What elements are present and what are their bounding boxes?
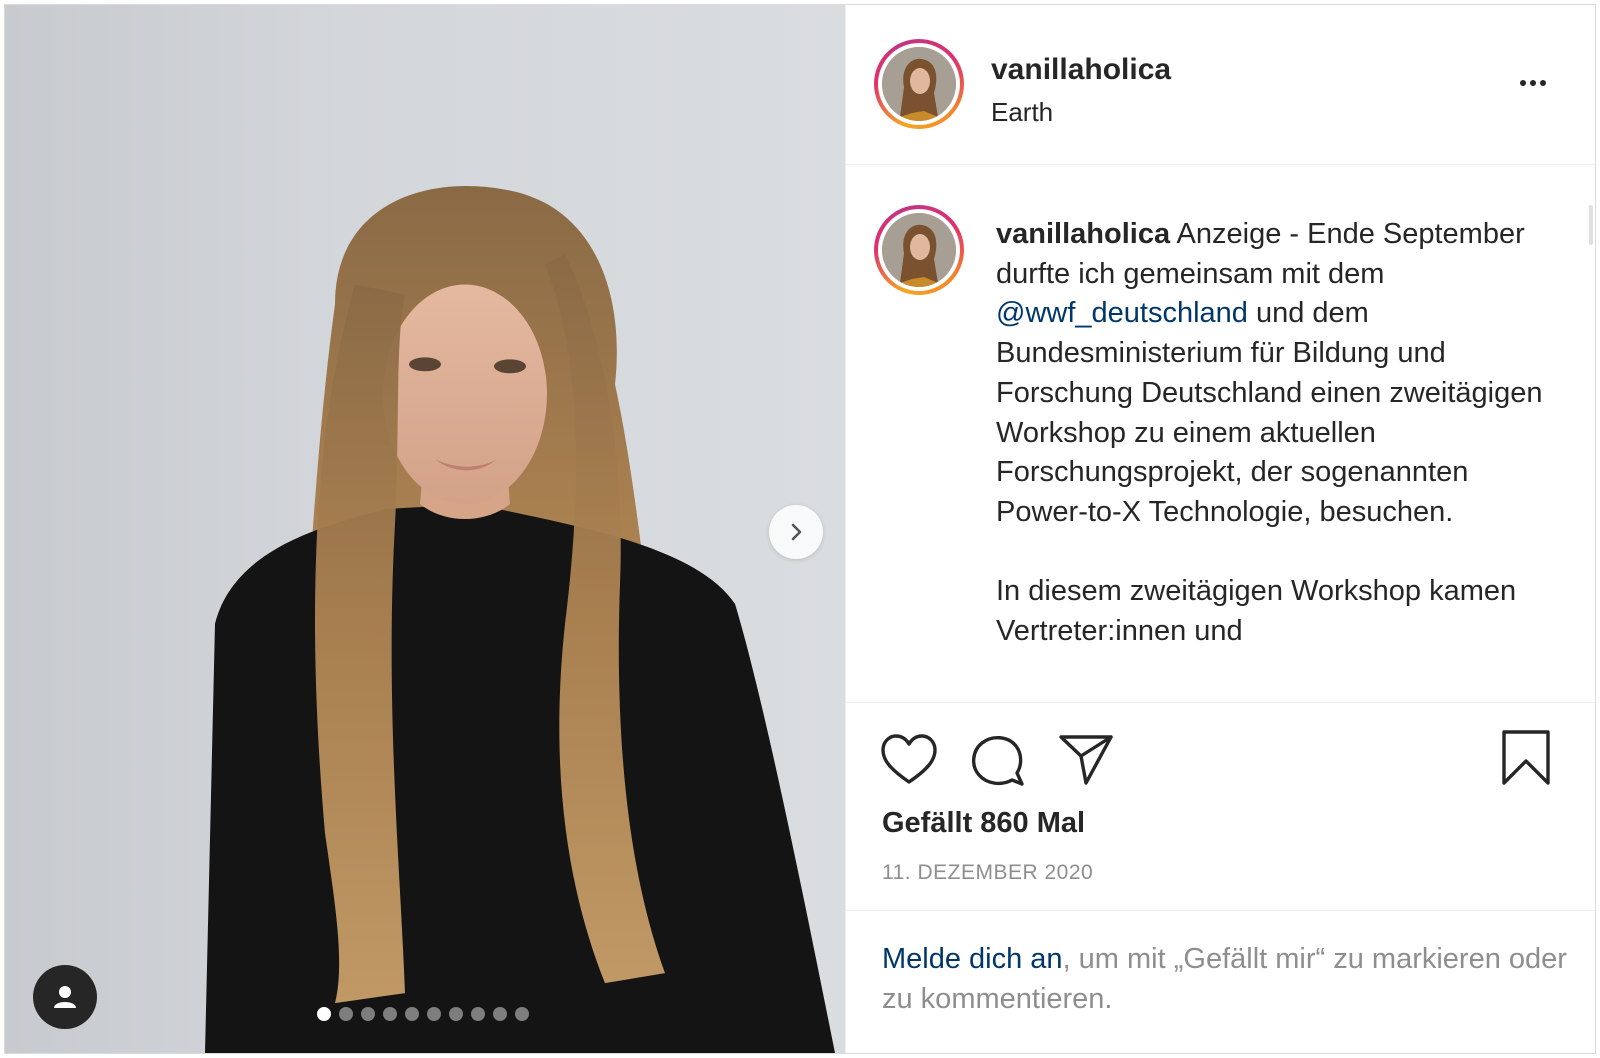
comments-area[interactable]: vanillaholica Anzeige - Ende September d… — [846, 165, 1595, 703]
bookmark-icon — [1502, 730, 1550, 785]
avatar-border — [878, 43, 960, 125]
login-prompt: Melde dich an, um mit „Gefällt mir“ zu m… — [882, 939, 1572, 1019]
carousel-dot — [361, 1007, 375, 1021]
avatar-border — [878, 209, 960, 291]
comments-scrollbar[interactable] — [1589, 205, 1593, 245]
instagram-post: vanillaholica Earth vanillaholica Anzeig… — [4, 4, 1596, 1054]
avatar-portrait — [882, 47, 956, 121]
caption-text-continued: und dem Bundesministerium für Bildung un… — [996, 297, 1543, 648]
user-icon — [54, 986, 76, 1008]
comment-button[interactable] — [970, 733, 1026, 794]
comment-icon — [972, 736, 1024, 786]
login-link[interactable]: Melde dich an — [882, 943, 1063, 975]
more-options-icon-dot — [1540, 80, 1546, 86]
post-author-username[interactable]: vanillaholica — [991, 53, 1171, 87]
carousel-dot — [493, 1007, 507, 1021]
carousel-dot — [317, 1007, 331, 1021]
login-prompt-bar: Melde dich an, um mit „Gefällt mir“ zu m… — [846, 910, 1595, 1053]
share-icon — [1059, 735, 1113, 785]
next-slide-button[interactable] — [769, 505, 823, 559]
post-media[interactable] — [5, 5, 845, 1053]
caption-mention-link[interactable]: @wwf_deutschland — [996, 297, 1248, 329]
chevron-right-icon — [791, 523, 802, 541]
carousel-indicator — [317, 1007, 529, 1021]
post-photo — [205, 186, 835, 1053]
carousel-dot — [339, 1007, 353, 1021]
more-options-icon-dot — [1520, 80, 1526, 86]
carousel-dot — [383, 1007, 397, 1021]
carousel-dot — [471, 1007, 485, 1021]
share-button[interactable] — [1058, 733, 1114, 792]
avatar-image — [882, 213, 956, 287]
post-header: vanillaholica Earth — [846, 5, 1595, 165]
save-button[interactable] — [1500, 729, 1552, 792]
like-button[interactable] — [880, 733, 938, 792]
post-location[interactable]: Earth — [991, 97, 1053, 128]
tagged-users-button[interactable] — [33, 965, 97, 1029]
post-panel: vanillaholica Earth vanillaholica Anzeig… — [845, 5, 1595, 1053]
likes-count[interactable]: Gefällt 860 Mal — [882, 807, 1085, 840]
avatar-image — [882, 47, 956, 121]
more-options-button[interactable] — [1511, 65, 1555, 101]
avatar[interactable] — [874, 39, 964, 129]
avatar-portrait — [882, 213, 956, 287]
carousel-dot — [405, 1007, 419, 1021]
carousel-dot — [515, 1007, 529, 1021]
carousel-dot — [449, 1007, 463, 1021]
more-options-icon-dot — [1530, 80, 1536, 86]
post-date: 11. DEZEMBER 2020 — [882, 861, 1094, 884]
heart-icon — [881, 734, 937, 784]
post-caption: vanillaholica Anzeige - Ende September d… — [996, 215, 1556, 652]
caption-avatar[interactable] — [874, 205, 964, 295]
caption-username[interactable]: vanillaholica — [996, 218, 1170, 250]
carousel-dot — [427, 1007, 441, 1021]
